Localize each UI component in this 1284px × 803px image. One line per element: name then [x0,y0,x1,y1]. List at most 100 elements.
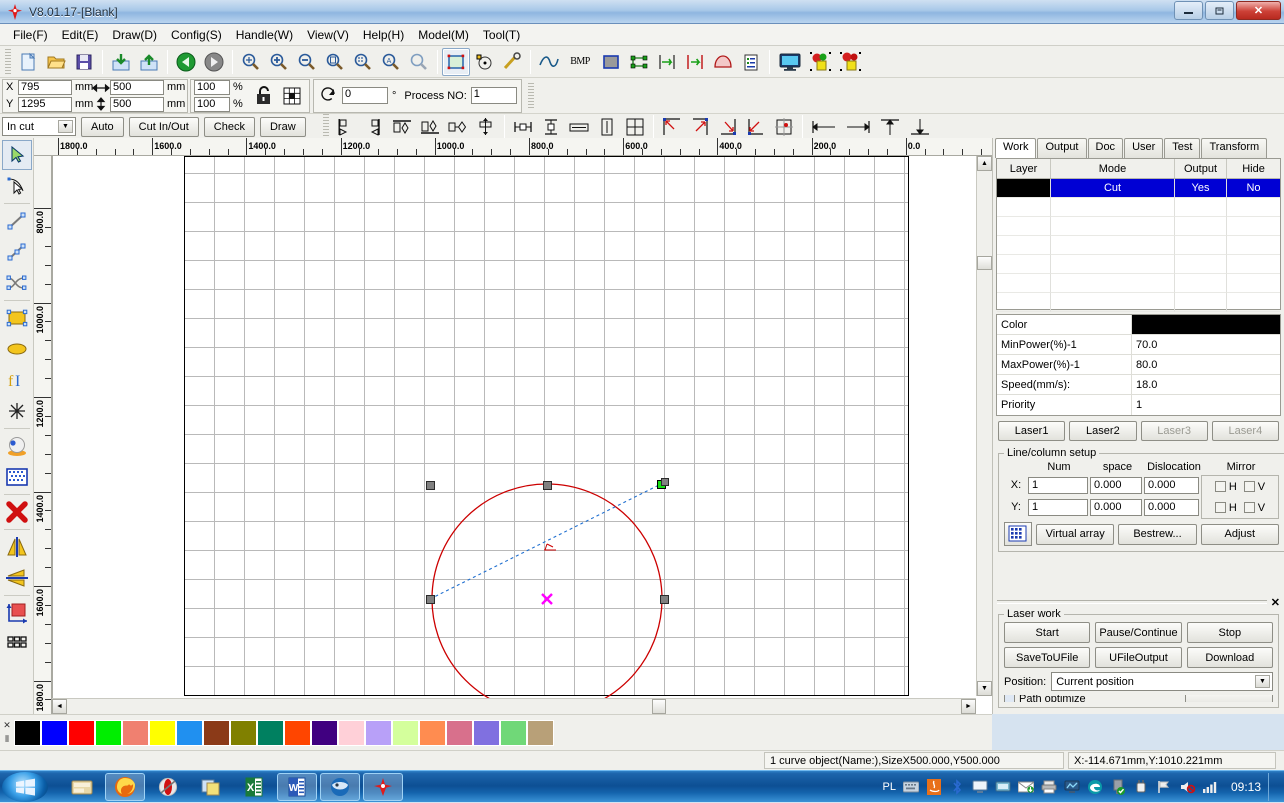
tray-language-label[interactable]: PL [883,781,896,793]
x-space-input[interactable]: 0.000 [1090,477,1142,494]
path-optimize-checkbox[interactable] [1004,695,1015,702]
download-button[interactable]: Download [1187,647,1273,668]
align-center-vertical-icon[interactable] [472,115,500,139]
auto-button[interactable]: Auto [81,117,124,137]
chevron-down-icon[interactable]: ▼ [58,120,73,133]
menu-item-config[interactable]: Config(S) [164,26,229,44]
firefox-icon[interactable] [105,773,145,801]
camera-tool[interactable] [2,431,32,461]
selection-handle-middle-right[interactable] [660,595,669,604]
layer-color-swatch[interactable] [997,179,1051,198]
vertical-scroll-thumb[interactable] [977,256,992,270]
palette-swatch[interactable] [500,720,527,746]
palette-swatch[interactable] [419,720,446,746]
array-grid-icon[interactable] [1004,522,1032,546]
rdworks-icon[interactable] [363,773,403,801]
palette-swatch[interactable] [473,720,500,746]
property-value-minpower[interactable]: 70.0 [1132,335,1280,354]
y-position-input[interactable]: 1295 [18,97,72,112]
grip-icon[interactable]: ⫴ [5,734,9,745]
canvas-vertical-scrollbar[interactable]: ▲ ▼ [976,156,992,696]
volume-muted-icon[interactable] [1179,779,1195,795]
x-dislocation-input[interactable]: 0.000 [1144,477,1199,494]
polyline-tool[interactable] [2,237,32,267]
palette-swatch[interactable] [14,720,41,746]
property-value-maxpower[interactable]: 80.0 [1132,355,1280,374]
scale-x-input[interactable]: 100 [194,80,230,95]
bmp-icon[interactable]: BMP [563,48,597,76]
selection-handle-middle-left[interactable] [426,595,435,604]
height-input[interactable]: 500 [110,97,164,112]
palette-swatch[interactable] [311,720,338,746]
palette-swatch[interactable] [338,720,365,746]
node-edit-tool[interactable] [2,171,32,201]
zoom-all-icon[interactable]: A [377,48,405,76]
toolbar-gripper[interactable] [5,49,11,75]
measure-right-icon[interactable] [841,115,875,139]
tab-user[interactable]: User [1124,138,1163,158]
toolbar-gripper[interactable] [528,83,534,109]
bluetooth-icon[interactable] [949,779,965,795]
mirror-horizontal-tool[interactable] [2,532,32,562]
same-height-icon[interactable] [593,115,621,139]
distribute-vertical-icon[interactable] [537,115,565,139]
text-tool[interactable]: fI [2,365,32,395]
usb-safe-icon[interactable] [1110,779,1126,795]
lock-icon[interactable] [250,82,278,110]
palette-swatch[interactable] [122,720,149,746]
rectangle-tool[interactable] [2,303,32,333]
property-value-speed[interactable]: 18.0 [1132,375,1280,394]
origin-top-left-icon[interactable] [658,115,686,139]
table-row[interactable] [997,236,1280,255]
table-row[interactable] [997,274,1280,293]
array-tool[interactable] [2,629,32,659]
grid-anchor-icon[interactable] [278,82,306,110]
tray-clock[interactable]: 09:13 [1231,780,1261,794]
menu-item-help[interactable]: Help(H) [356,26,411,44]
tab-work[interactable]: Work [995,138,1036,158]
delete-tool[interactable] [2,497,32,527]
measure-top-icon[interactable] [875,115,905,139]
toolbar-gripper[interactable] [323,114,329,140]
thunderbird-icon[interactable] [320,773,360,801]
y-dislocation-input[interactable]: 0.000 [1144,499,1199,516]
printer-icon[interactable] [1041,779,1057,795]
vertical-ruler[interactable]: 800.01000.01200.01400.01600.01800.0 [34,156,52,714]
weld-icon[interactable] [709,48,737,76]
scroll-down-button[interactable]: ▼ [977,681,992,696]
opera-icon[interactable] [148,773,188,801]
horizontal-ruler[interactable]: 1800.01600.01400.01200.01000.0800.0600.0… [34,138,992,156]
palette-swatch[interactable] [392,720,419,746]
word-icon[interactable]: W [277,773,317,801]
scroll-right-button[interactable]: ► [961,699,976,714]
bestrew-button[interactable]: Bestrew... [1118,524,1196,545]
java-icon[interactable] [926,779,942,795]
align-bottom-icon[interactable] [416,115,444,139]
property-value-priority[interactable]: 1 [1132,395,1280,415]
laser1-button[interactable]: Laser1 [998,421,1065,441]
canvas-horizontal-scrollbar[interactable]: ◄ ► [52,698,976,714]
laser2-button[interactable]: Laser2 [1069,421,1136,441]
selection-handle-top-right[interactable] [657,480,666,489]
selection-handle-top-center[interactable] [543,481,552,490]
close-icon[interactable]: ✕ [3,720,11,731]
select-tool[interactable] [2,140,32,170]
palette-swatch[interactable] [230,720,257,746]
minimize-button[interactable] [1174,1,1203,20]
cut-in-out-button[interactable]: Cut In/Out [129,117,199,137]
files-icon[interactable] [191,773,231,801]
palette-swatch[interactable] [95,720,122,746]
close-icon[interactable]: ✕ [1271,596,1280,609]
excel-icon[interactable]: X [234,773,274,801]
scroll-up-button[interactable]: ▲ [977,156,992,171]
chevron-down-icon[interactable]: ▼ [1255,675,1270,688]
signal-bars-icon[interactable] [1202,779,1218,795]
same-size-icon[interactable] [621,115,649,139]
scroll-left-button[interactable]: ◄ [52,699,67,714]
palette-swatch[interactable] [527,720,554,746]
mirror-vertical-tool[interactable] [2,563,32,593]
preview-icon[interactable] [774,48,806,76]
menu-item-draw[interactable]: Draw(D) [105,26,164,44]
palette-swatch[interactable] [203,720,230,746]
edge-icon[interactable] [1087,779,1103,795]
